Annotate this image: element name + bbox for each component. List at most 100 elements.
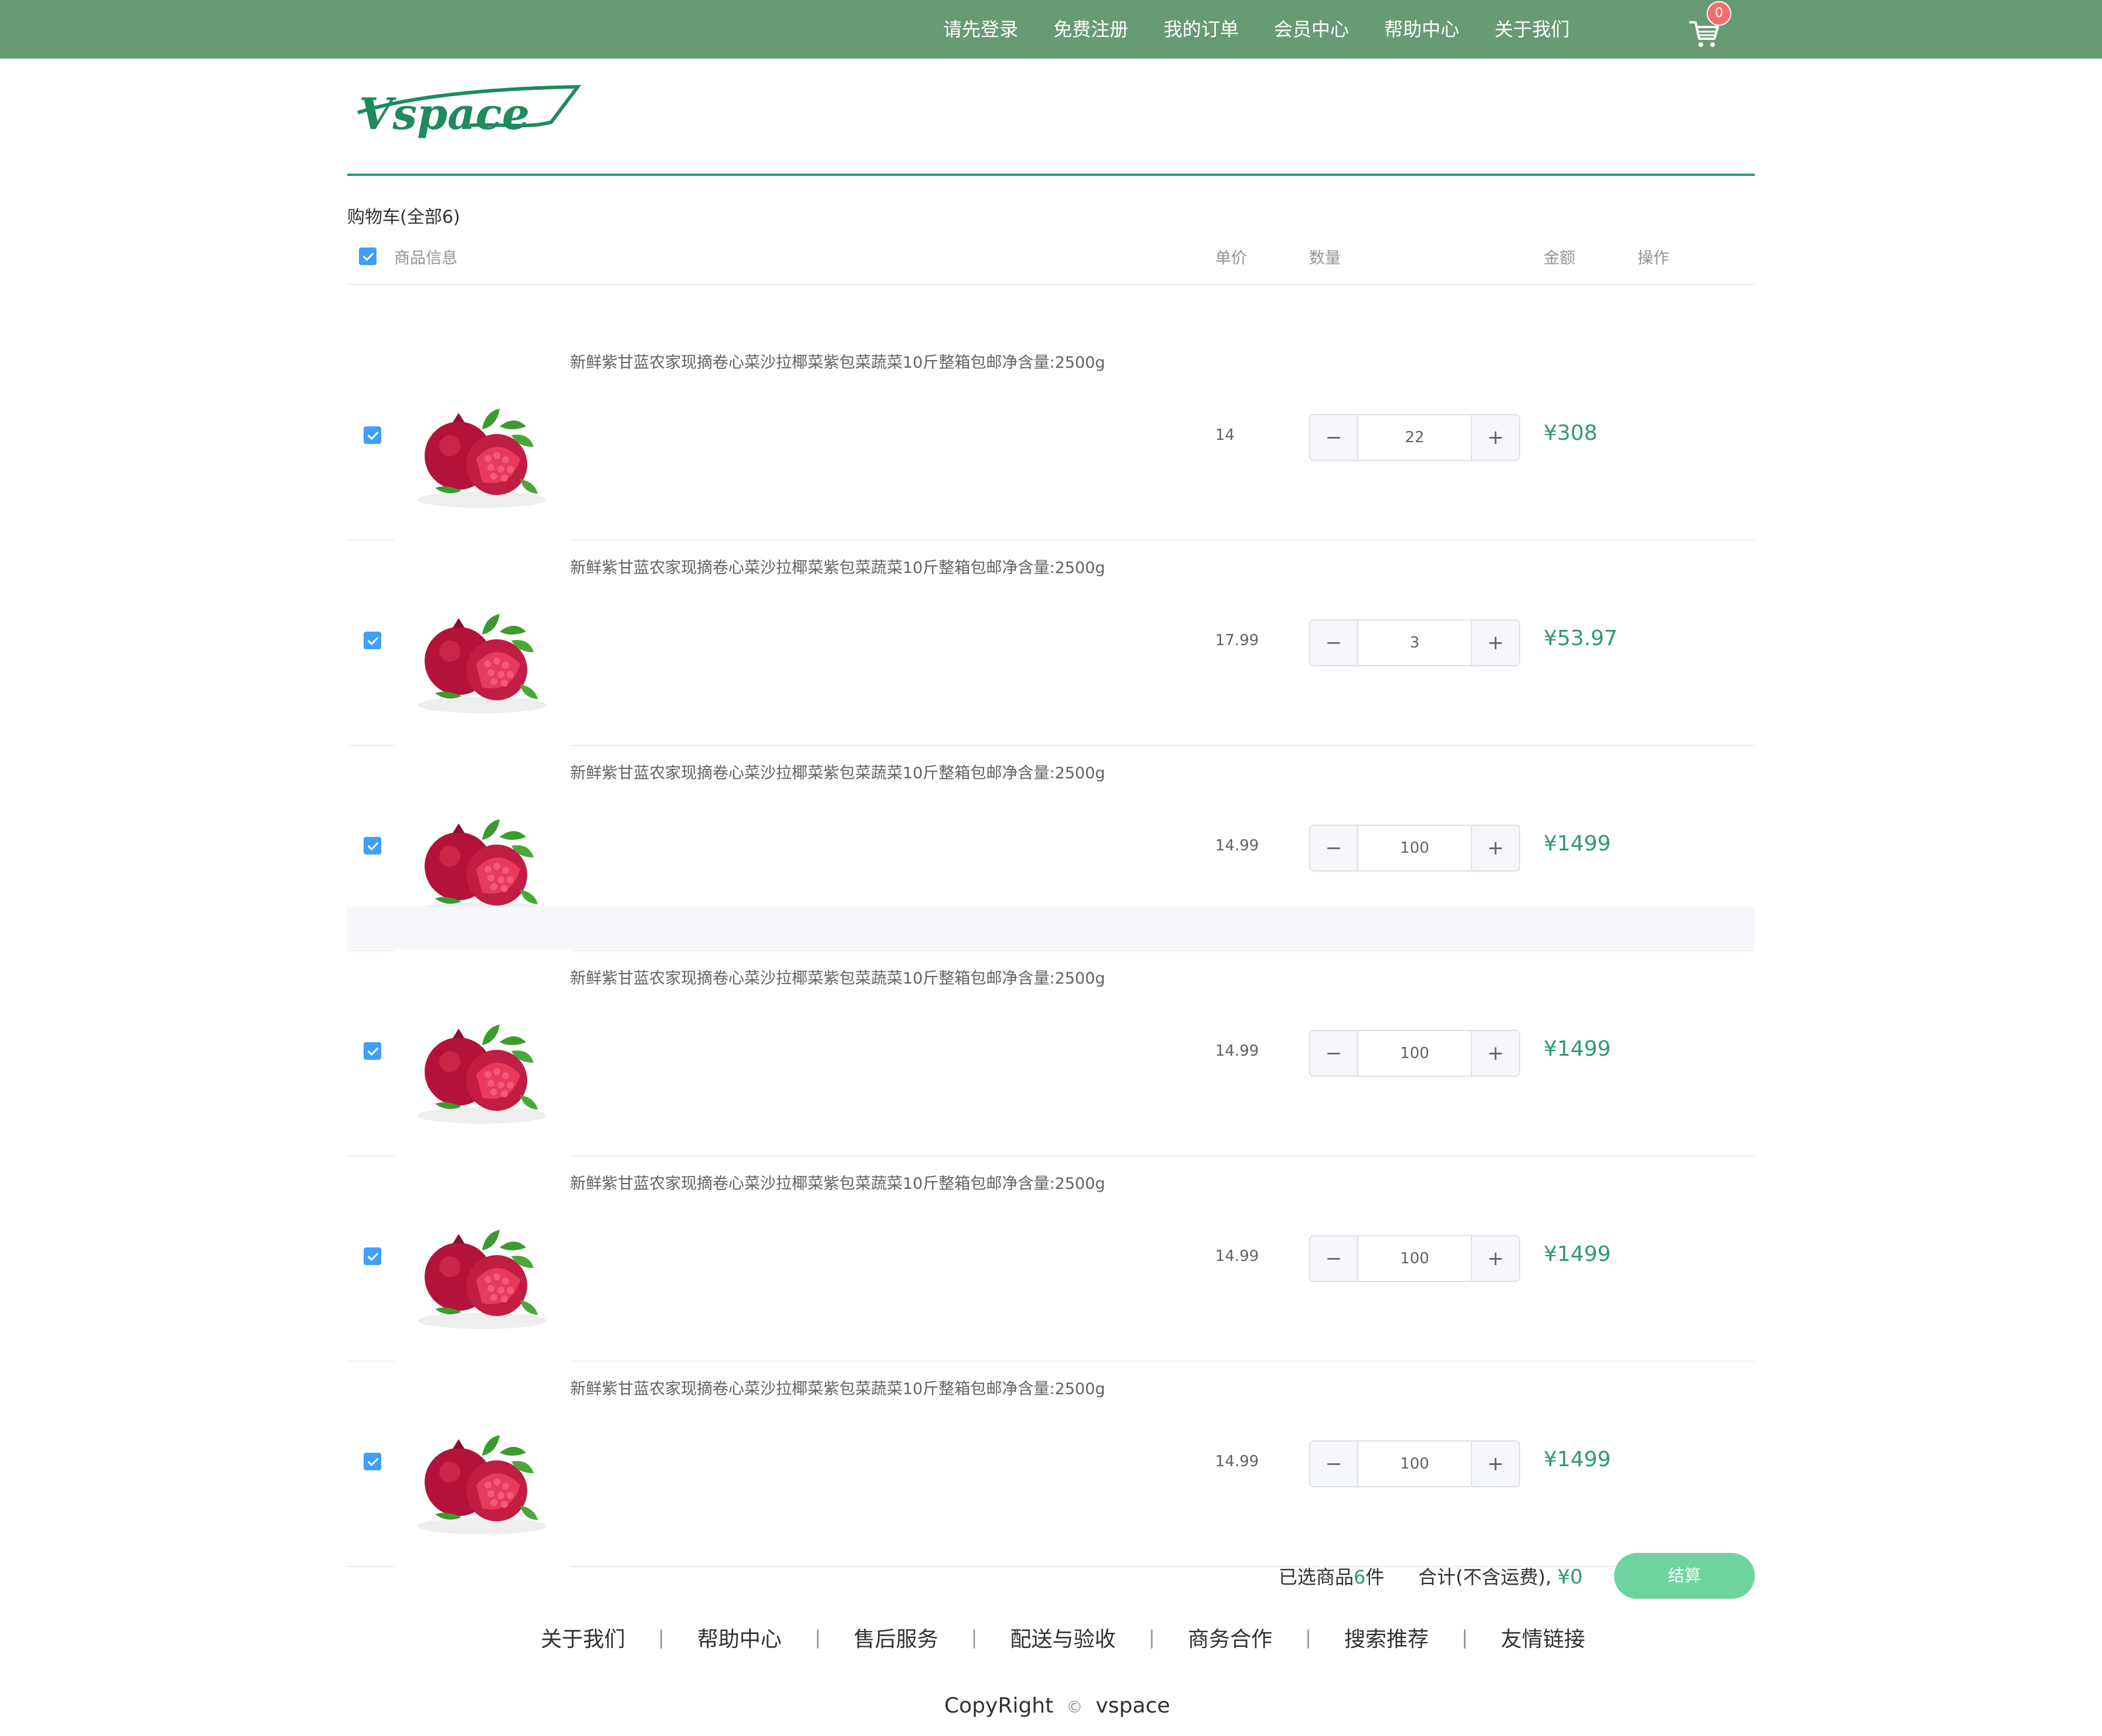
product-name[interactable]: 新鲜紫甘蓝农家现摘卷心菜沙拉椰菜紫包菜蔬菜10斤整箱包邮净含量:2500g	[570, 1376, 1105, 1399]
footer-link[interactable]: 友情链接	[1501, 1622, 1585, 1653]
row-select-checkbox[interactable]	[364, 837, 381, 855]
product-name[interactable]: 新鲜紫甘蓝农家现摘卷心菜沙拉椰菜紫包菜蔬菜10斤整箱包邮净含量:2500g	[570, 350, 1105, 372]
cart-title: 购物车(全部6)	[347, 207, 460, 228]
checkout-button[interactable]: 结算	[1614, 1553, 1755, 1599]
nav-member-center-link[interactable]: 会员中心	[1274, 0, 1349, 59]
row-select-checkbox[interactable]	[364, 1042, 381, 1060]
unit-price: 14.99	[1215, 1247, 1259, 1265]
total-text: 合计(不含运费), ¥0	[1418, 1565, 1583, 1589]
row-select-checkbox[interactable]	[364, 632, 381, 649]
row-select-checkbox[interactable]	[364, 1247, 381, 1265]
footer-links: 关于我们 | 帮助中心 | 售后服务 | 配送与验收 | 商务合作 | 搜索推荐 | 友情链接	[541, 1621, 1585, 1654]
cart-row: 新鲜紫甘蓝农家现摘卷心菜沙拉椰菜紫包菜蔬菜10斤整箱包邮净含量:2500g 17…	[347, 541, 1755, 752]
total-value: ¥0	[1557, 1565, 1583, 1589]
row-subtotal: ¥1499	[1544, 1447, 1611, 1471]
selected-count-text: 已选商品6件	[1279, 1566, 1385, 1588]
footer-separator: |	[1305, 1626, 1311, 1649]
top-nav-links: 请先登录 免费注册 我的订单 会员中心 帮助中心 关于我们	[943, 0, 1605, 59]
product-thumbnail[interactable]	[394, 371, 570, 547]
increase-quantity-button[interactable]: +	[1471, 415, 1519, 460]
nav-about-us-link[interactable]: 关于我们	[1494, 0, 1569, 59]
footer-separator: |	[814, 1626, 821, 1649]
header-product-info: 商品信息	[394, 249, 457, 267]
logo-text: Vspace	[359, 89, 530, 140]
row-select-checkbox[interactable]	[364, 426, 381, 444]
product-thumbnail[interactable]	[394, 576, 570, 752]
cart-count-badge: 0	[1707, 1, 1731, 26]
increase-quantity-button[interactable]: +	[1471, 1031, 1519, 1076]
unit-price: 14.99	[1215, 1453, 1259, 1470]
decrease-quantity-button[interactable]: −	[1310, 1236, 1358, 1281]
product-name[interactable]: 新鲜紫甘蓝农家现摘卷心菜沙拉椰菜紫包菜蔬菜10斤整箱包邮净含量:2500g	[570, 1171, 1105, 1194]
row-hover-highlight	[347, 907, 1755, 949]
nav-login-link[interactable]: 请先登录	[943, 0, 1018, 59]
footer-separator: |	[1462, 1626, 1468, 1649]
cart-row: 新鲜紫甘蓝农家现摘卷心菜沙拉椰菜紫包菜蔬菜10斤整箱包邮净含量:2500g 14…	[347, 951, 1755, 1162]
unit-price: 17.99	[1215, 632, 1259, 649]
increase-quantity-button[interactable]: +	[1471, 1442, 1519, 1486]
footer-link[interactable]: 售后服务	[854, 1622, 938, 1653]
row-select-checkbox[interactable]	[364, 1453, 381, 1470]
row-subtotal: ¥308	[1544, 421, 1598, 445]
footer-link[interactable]: 关于我们	[541, 1622, 625, 1653]
quantity-input[interactable]: 100	[1358, 826, 1471, 870]
footer-link[interactable]: 配送与验收	[1010, 1622, 1116, 1653]
footer-link[interactable]: 商务合作	[1188, 1622, 1272, 1653]
unit-price: 14	[1215, 426, 1235, 444]
row-subtotal: ¥53.97	[1544, 626, 1618, 650]
header-action: 操作	[1637, 249, 1669, 267]
row-subtotal: ¥1499	[1544, 1037, 1611, 1061]
decrease-quantity-button[interactable]: −	[1310, 415, 1358, 460]
pomegranate-image	[418, 409, 547, 508]
header-unit-price: 单价	[1215, 249, 1247, 267]
quantity-stepper: − 100 +	[1309, 825, 1520, 872]
unit-price: 14.99	[1215, 837, 1259, 855]
cart-table: 商品信息 单价 数量 金额 操作 新鲜紫甘蓝农家现摘卷心菜沙拉椰菜紫包菜蔬菜10…	[347, 235, 1755, 1573]
quantity-stepper: − 3 +	[1309, 619, 1520, 666]
decrease-quantity-button[interactable]: −	[1310, 826, 1358, 870]
nav-register-link[interactable]: 免费注册	[1053, 0, 1128, 59]
header-divider	[347, 174, 1755, 176]
product-thumbnail[interactable]	[394, 986, 570, 1162]
footer-separator: |	[658, 1626, 664, 1649]
quantity-input[interactable]: 3	[1358, 621, 1471, 665]
quantity-stepper: − 22 +	[1309, 414, 1520, 461]
footer-link[interactable]: 搜索推荐	[1344, 1622, 1429, 1653]
unit-price: 14.99	[1215, 1042, 1259, 1060]
product-thumbnail[interactable]	[394, 1192, 570, 1368]
quantity-input[interactable]: 22	[1358, 415, 1471, 460]
quantity-input[interactable]: 100	[1358, 1442, 1471, 1486]
footer-separator: |	[971, 1626, 978, 1649]
cart-summary: 已选商品6件 合计(不含运费), ¥0 结算	[347, 1553, 1755, 1599]
cart-row: 新鲜紫甘蓝农家现摘卷心菜沙拉椰菜紫包菜蔬菜10斤整箱包邮净含量:2500g 14…	[347, 1157, 1755, 1368]
decrease-quantity-button[interactable]: −	[1310, 1031, 1358, 1076]
select-all-checkbox[interactable]	[359, 247, 377, 265]
header-amount: 金额	[1544, 249, 1575, 267]
increase-quantity-button[interactable]: +	[1471, 621, 1519, 665]
quantity-stepper: − 100 +	[1309, 1030, 1520, 1077]
increase-quantity-button[interactable]: +	[1471, 1236, 1519, 1281]
product-name[interactable]: 新鲜紫甘蓝农家现摘卷心菜沙拉椰菜紫包菜蔬菜10斤整箱包邮净含量:2500g	[570, 965, 1105, 988]
quantity-input[interactable]: 100	[1358, 1031, 1471, 1076]
increase-quantity-button[interactable]: +	[1471, 826, 1519, 870]
nav-my-orders-link[interactable]: 我的订单	[1164, 0, 1239, 59]
cart-table-header: 商品信息 单价 数量 金额 操作	[347, 235, 1755, 285]
product-thumbnail[interactable]	[394, 1397, 570, 1573]
row-subtotal: ¥1499	[1544, 832, 1611, 856]
decrease-quantity-button[interactable]: −	[1310, 621, 1358, 665]
vspace-logo[interactable]: Vspace	[352, 82, 581, 147]
selected-count: 6	[1354, 1566, 1366, 1588]
product-name[interactable]: 新鲜紫甘蓝农家现摘卷心菜沙拉椰菜紫包菜蔬菜10斤整箱包邮净含量:2500g	[570, 555, 1105, 578]
nav-help-center-link[interactable]: 帮助中心	[1384, 0, 1459, 59]
quantity-input[interactable]: 100	[1358, 1236, 1471, 1281]
product-name[interactable]: 新鲜紫甘蓝农家现摘卷心菜沙拉椰菜紫包菜蔬菜10斤整箱包邮净含量:2500g	[570, 760, 1105, 783]
copyright: CopyRight © vspace	[944, 1694, 1171, 1718]
footer-link[interactable]: 帮助中心	[697, 1622, 782, 1653]
decrease-quantity-button[interactable]: −	[1310, 1442, 1358, 1486]
quantity-stepper: − 100 +	[1309, 1440, 1520, 1487]
footer-separator: |	[1148, 1626, 1155, 1649]
row-subtotal: ¥1499	[1544, 1242, 1611, 1266]
pomegranate-image	[418, 614, 547, 713]
cart-row: 新鲜紫甘蓝农家现摘卷心菜沙拉椰菜紫包菜蔬菜10斤整箱包邮净含量:2500g 14…	[347, 335, 1755, 547]
top-nav-bar: 请先登录 免费注册 我的订单 会员中心 帮助中心 关于我们 0	[0, 0, 2102, 59]
